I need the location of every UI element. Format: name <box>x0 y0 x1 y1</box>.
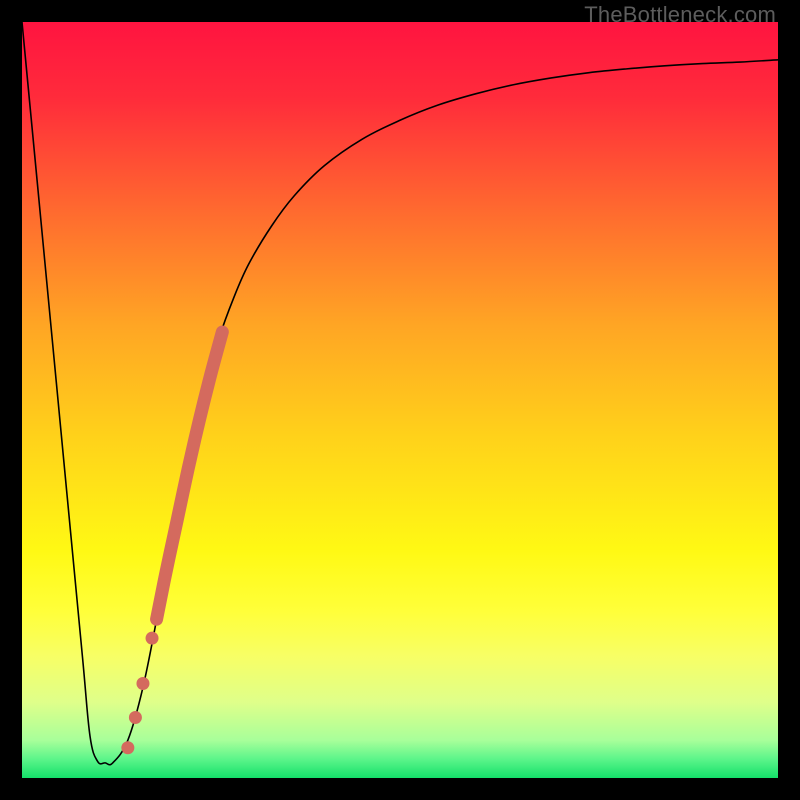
gradient-bg <box>22 22 778 778</box>
highlight-dot <box>136 677 149 690</box>
highlight-dot <box>146 632 159 645</box>
chart-svg <box>22 22 778 778</box>
plot-area <box>22 22 778 778</box>
highlight-dot <box>129 711 142 724</box>
chart-frame: TheBottleneck.com <box>0 0 800 800</box>
highlight-dot <box>121 741 134 754</box>
